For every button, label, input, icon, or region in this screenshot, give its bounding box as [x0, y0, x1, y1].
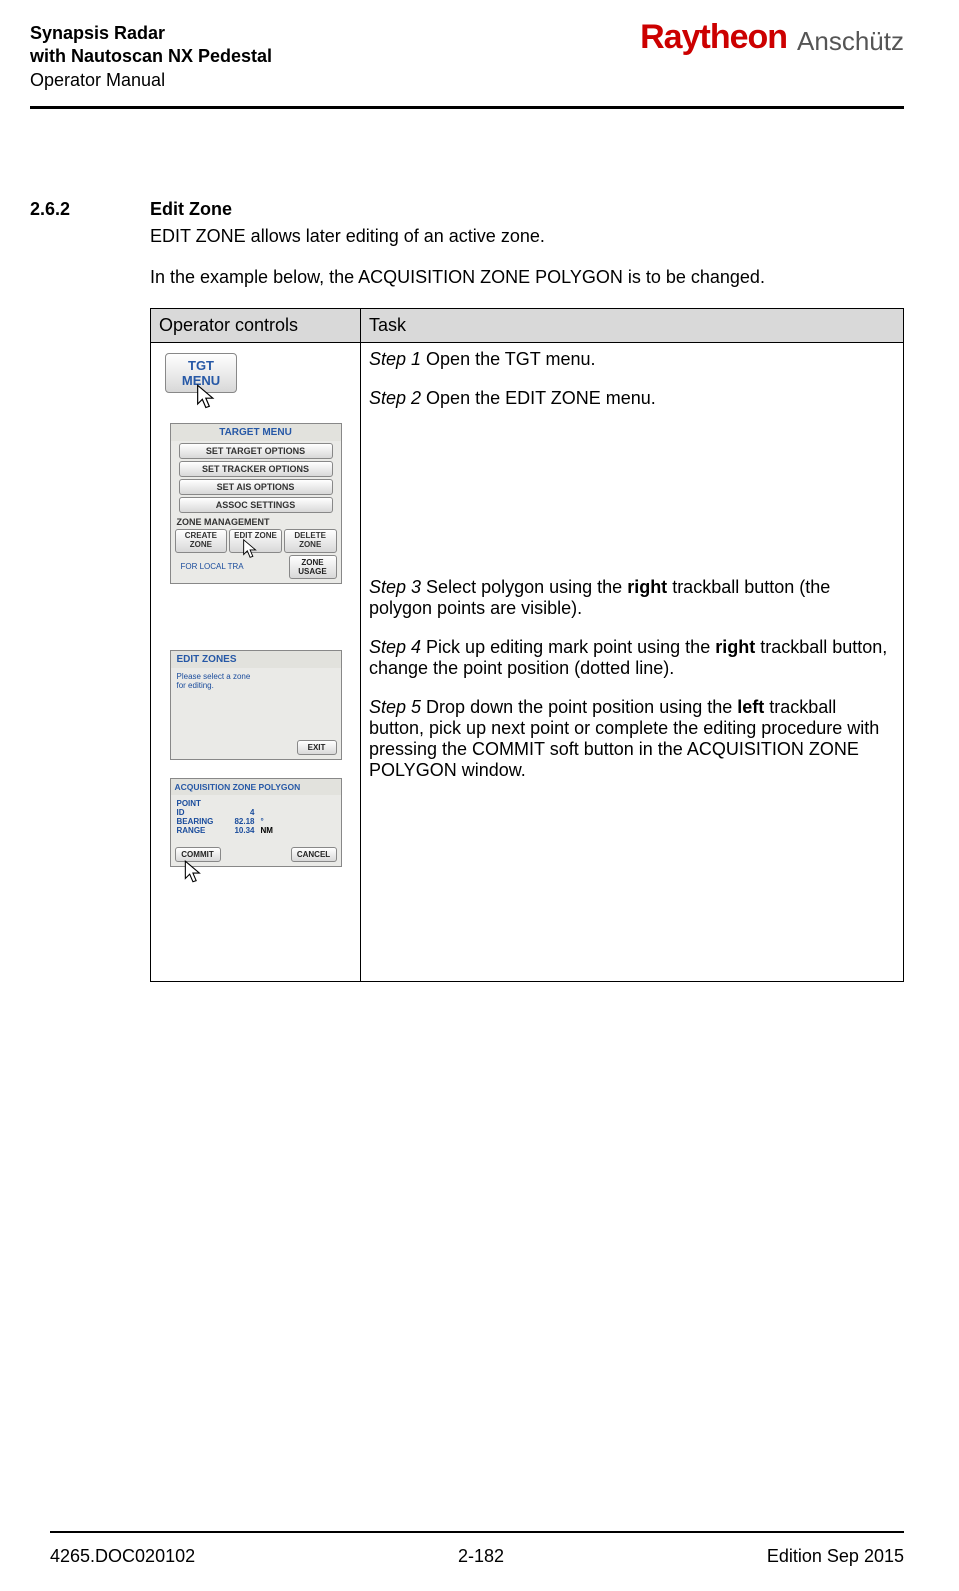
footer-rule	[50, 1531, 904, 1533]
step-3: Step 3 Select polygon using the right tr…	[369, 577, 895, 619]
set-target-options-button[interactable]: SET TARGET OPTIONS	[179, 443, 333, 459]
section-number: 2.6.2	[30, 199, 150, 982]
task-steps-cell: Step 1 Open the TGT menu. Step 2 Open th…	[361, 343, 904, 982]
doc-title-block: Synapsis Radar with Nautoscan NX Pedesta…	[30, 22, 272, 92]
point-label: POINT	[177, 799, 227, 808]
zone-management-label: ZONE MANAGEMENT	[171, 515, 341, 529]
step4-text-a: Pick up editing mark point using the	[421, 637, 715, 657]
step5-text-a: Drop down the point position using the	[421, 697, 737, 717]
degree-unit: °	[261, 817, 264, 826]
step4-bold: right	[715, 637, 755, 657]
assoc-settings-button[interactable]: ASSOC SETTINGS	[179, 497, 333, 513]
header-rule	[30, 106, 904, 109]
step5-label: Step 5	[369, 697, 421, 717]
footer-doc-id: 4265.DOC020102	[50, 1546, 195, 1567]
edit-zones-msg2: for editing.	[177, 681, 335, 690]
anschutz-logo: Anschütz	[797, 26, 904, 57]
create-zone-button[interactable]: CREATE ZONE	[175, 529, 228, 553]
edit-zones-panel: EDIT ZONES Please select a zone for edit…	[170, 650, 342, 760]
target-menu-title: TARGET MENU	[171, 424, 341, 441]
step1-text: Open the TGT menu.	[421, 349, 595, 369]
footer-page-number: 2-182	[458, 1546, 504, 1567]
step2-text: Open the EDIT ZONE menu.	[421, 388, 656, 408]
section-intro: EDIT ZONE allows later editing of an act…	[150, 226, 904, 247]
edit-zone-button[interactable]: EDIT ZONE	[229, 529, 282, 553]
delete-zone-button[interactable]: DELETE ZONE	[284, 529, 337, 553]
doc-title-line2: with Nautoscan NX Pedestal	[30, 45, 272, 68]
step-5: Step 5 Drop down the point position usin…	[369, 697, 895, 781]
id-label: ID	[177, 808, 227, 817]
operator-controls-cell: TGT MENU TARGET MENU SET TARGET OPTIONS	[151, 343, 361, 982]
section-example: In the example below, the ACQUISITION ZO…	[150, 267, 904, 288]
bearing-label: BEARING	[177, 817, 227, 826]
target-menu-panel: TARGET MENU SET TARGET OPTIONS SET TRACK…	[170, 423, 342, 584]
footer-edition: Edition Sep 2015	[767, 1546, 904, 1567]
table-header-controls: Operator controls	[151, 309, 361, 343]
step3-text-a: Select polygon using the	[421, 577, 627, 597]
acq-zone-polygon-panel: ACQUISITION ZONE POLYGON POINT ID 4 BEAR…	[170, 778, 342, 867]
range-label: RANGE	[177, 826, 227, 835]
step3-label: Step 3	[369, 577, 421, 597]
step-1: Step 1 Open the TGT menu.	[369, 349, 895, 370]
step1-label: Step 1	[369, 349, 421, 369]
section-title: Edit Zone	[150, 199, 904, 220]
bearing-value: 82.18	[227, 817, 261, 826]
page-footer: 4265.DOC020102 2-182 Edition Sep 2015	[50, 1546, 904, 1567]
page-header: Synapsis Radar with Nautoscan NX Pedesta…	[30, 22, 904, 92]
doc-title-line1: Synapsis Radar	[30, 22, 272, 45]
exit-button[interactable]: EXIT	[297, 740, 337, 755]
step2-label: Step 2	[369, 388, 421, 408]
id-value: 4	[227, 808, 261, 817]
table-header-task: Task	[361, 309, 904, 343]
step-2: Step 2 Open the EDIT ZONE menu.	[369, 388, 895, 409]
raytheon-logo: Raytheon	[640, 18, 787, 57]
tgt-menu-line1: TGT	[168, 358, 234, 373]
brand-logo: Raytheon Anschütz	[640, 18, 904, 57]
range-value: 10.34	[227, 826, 261, 835]
edit-zones-msg1: Please select a zone	[177, 672, 335, 681]
nm-unit: NM	[261, 826, 273, 835]
cursor-arrow-icon	[240, 538, 262, 560]
set-ais-options-button[interactable]: SET AIS OPTIONS	[179, 479, 333, 495]
local-tracks-note: FOR LOCAL TRA	[175, 560, 287, 573]
doc-title-line3: Operator Manual	[30, 69, 272, 92]
edit-zones-title: EDIT ZONES	[171, 651, 341, 668]
acq-zone-title: ACQUISITION ZONE POLYGON	[171, 779, 341, 795]
cursor-arrow-icon	[181, 859, 207, 885]
zone-usage-button[interactable]: ZONE USAGE	[289, 555, 337, 579]
cursor-arrow-icon	[193, 383, 221, 411]
step3-bold: right	[627, 577, 667, 597]
step5-bold: left	[737, 697, 764, 717]
step-4: Step 4 Pick up editing mark point using …	[369, 637, 895, 679]
cancel-button[interactable]: CANCEL	[291, 847, 337, 862]
task-table: Operator controls Task TGT MENU	[150, 308, 904, 982]
step4-label: Step 4	[369, 637, 421, 657]
set-tracker-options-button[interactable]: SET TRACKER OPTIONS	[179, 461, 333, 477]
